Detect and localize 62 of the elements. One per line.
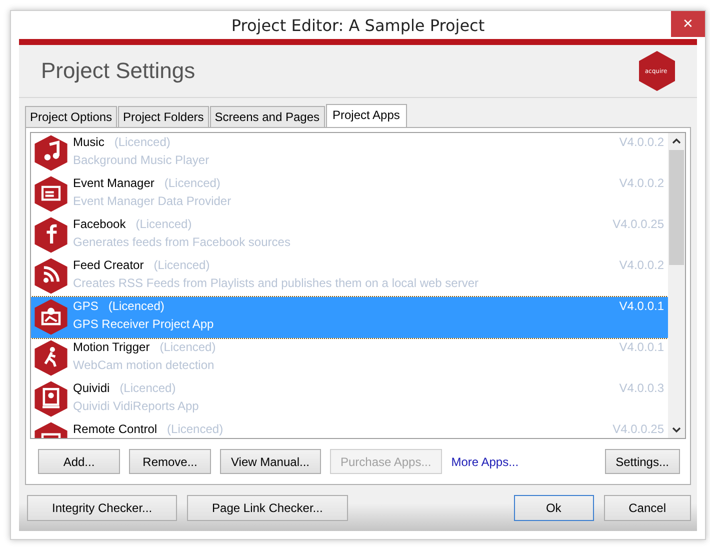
app-version: V4.0.0.25 [612,421,664,436]
music-note-icon [34,134,68,172]
app-name: Event Manager [73,176,154,190]
app-description: Event Manager Data Provider [73,194,232,208]
dialog-button[interactable]: Ok [514,495,594,521]
app-status: (Licenced) [108,299,164,313]
app-status: (Licenced) [136,217,192,231]
app-name: Motion Trigger [73,340,150,354]
rss-icon [34,257,68,295]
close-button[interactable]: ✕ [671,11,705,37]
app-row[interactable]: Quividi (Licenced) Quividi VidiReports App V4.0.0.3 [31,379,668,420]
app-action-button[interactable]: Remove... [129,449,211,474]
app-version: V4.0.0.1 [619,298,664,313]
calendar-icon [34,175,68,213]
tab[interactable]: Project Options [25,106,118,127]
app-description: Creates RSS Feeds from Playlists and publishes them on a local web server [73,276,480,290]
window-title: Project Editor: A Sample Project [231,16,485,34]
app-status: (Licenced) [164,176,220,190]
app-name: Feed Creator [73,258,144,272]
dialog-button[interactable]: Cancel [604,495,691,521]
app-description: Quividi VidiReports App [73,399,200,413]
more-apps-link[interactable]: More Apps... [451,454,519,468]
tab[interactable]: Screens and Pages [210,106,324,127]
app-version: V4.0.0.3 [619,380,664,395]
app-version: V4.0.0.1 [619,339,664,354]
app-version: V4.0.0.2 [619,175,664,190]
app-version: V4.0.0.2 [619,257,664,272]
app-description: GPS Receiver Project App [73,317,215,331]
app-action-button[interactable]: Add... [38,449,120,474]
portrait-icon [34,380,68,418]
app-status: (Licenced) [120,381,176,395]
f-logo-icon [34,216,68,254]
settings-button[interactable]: Settings... [604,449,680,474]
app-status: (Licenced) [114,135,170,149]
app-status: (Licenced) [167,422,224,436]
page-title: Project Settings [41,58,196,84]
app-name: Remote Control [73,422,158,436]
tab[interactable]: Project Apps [326,104,407,127]
app-row[interactable]: Event Manager (Licenced) Event Manager Data Provider V4.0.0.2 [31,174,668,215]
tab[interactable]: Project Folders [118,106,209,127]
walking-person-icon [34,339,68,377]
app-name: Facebook [73,217,126,231]
app-action-button[interactable]: View Manual... [220,449,320,474]
app-description: WebCam motion detection [73,358,216,372]
app-version: V4.0.0.25 [612,216,664,231]
scrollbar[interactable] [668,133,685,438]
map-pin-icon [34,298,68,336]
app-description: Generates feeds from Facebook sources [73,235,292,249]
app-status: (Licenced) [160,340,216,354]
app-row[interactable]: Music (Licenced) Background Music Player V4.0.0.2 [31,133,668,174]
app-version: V4.0.0.2 [619,134,664,149]
app-status: (Licenced) [154,258,210,272]
dialog-button[interactable]: Page Link Checker... [187,495,348,521]
app-name: GPS [73,299,98,313]
scroll-thumb[interactable] [669,150,684,265]
app-row[interactable]: Feed Creator (Licenced) Creates RSS Feeds from Playlists and publishes them on a local web server V4.0.0.2 [31,256,668,297]
app-description: Background Music Player [73,153,210,167]
app-name: Quividi [73,381,110,395]
dialog-button[interactable]: Integrity Checker... [27,495,178,521]
app-row[interactable]: Facebook (Licenced) Generates feeds from Facebook sources V4.0.0.25 [31,215,668,256]
app-row[interactable]: Motion Trigger (Licenced) WebCam motion detection V4.0.0.1 [31,338,668,379]
app-name: Music [73,135,104,149]
